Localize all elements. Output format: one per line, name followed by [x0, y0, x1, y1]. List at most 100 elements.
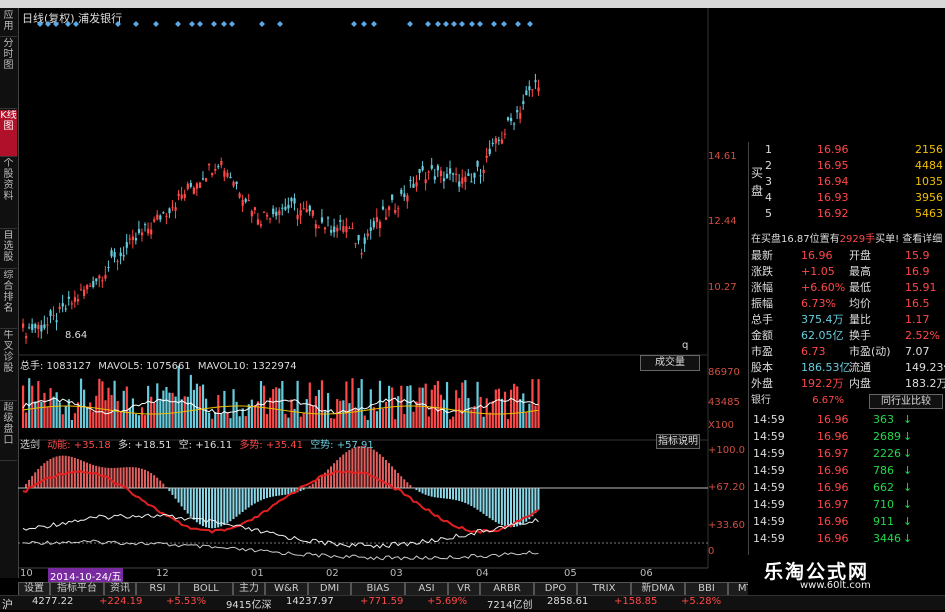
indicator-bar	[211, 488, 214, 529]
indicator-bar	[421, 488, 424, 494]
volume-bar	[342, 400, 345, 428]
volume-bar	[98, 378, 101, 428]
candle-body	[67, 296, 70, 299]
tab-10[interactable]: VR	[448, 582, 480, 596]
volume-bar	[52, 396, 55, 428]
ind-scale-4: 0	[708, 546, 715, 557]
indicator-bar	[217, 488, 220, 528]
signal-marker-icon	[443, 21, 449, 27]
volume-bar	[467, 398, 470, 428]
candle-body	[31, 324, 34, 331]
tab-11[interactable]: ARBR	[480, 582, 534, 596]
indicator-bar	[256, 488, 259, 502]
kline-chart[interactable]	[18, 8, 748, 582]
candle-body	[366, 233, 369, 237]
candle-body	[134, 237, 138, 241]
candle-body	[253, 207, 256, 211]
left-tab-intraday[interactable]: 分时图	[0, 38, 17, 109]
indicator-bar	[537, 488, 540, 510]
volume-bar	[37, 381, 40, 428]
signal-marker-icon	[37, 21, 43, 27]
indicator-bar	[424, 488, 427, 495]
tab-8[interactable]: BIAS	[351, 582, 405, 596]
tab-14[interactable]: 新DMA	[631, 582, 685, 596]
candle-body	[244, 198, 247, 202]
indicator-bar	[79, 460, 82, 489]
indicator-bar	[351, 448, 354, 489]
indicator-bar	[113, 467, 116, 489]
indicator-bar	[363, 446, 366, 489]
volume-bar	[201, 384, 205, 428]
tab-7[interactable]: DMI	[308, 582, 351, 596]
candle-body	[125, 242, 128, 248]
volume-bar	[238, 416, 241, 428]
bid-level: 3	[765, 175, 772, 188]
candle-body	[46, 324, 49, 326]
tab-13[interactable]: TRIX	[577, 582, 631, 596]
candle-body	[34, 324, 37, 329]
indicator-bar	[37, 468, 40, 489]
volume-bar	[445, 381, 449, 428]
volume-bar	[122, 390, 125, 428]
tab-5[interactable]: 主力	[233, 582, 265, 596]
signal-marker-icon	[197, 21, 203, 27]
candle-body	[186, 183, 189, 190]
volume-select-button[interactable]: 成交量	[640, 355, 700, 371]
indicator-bar	[180, 488, 183, 507]
ticker-value-4: 14237.97	[286, 596, 334, 607]
indicator-bar	[275, 488, 278, 497]
indicator-bar	[92, 464, 95, 489]
tab-6[interactable]: W&R	[265, 582, 308, 596]
tab-1[interactable]: 指标平台	[50, 582, 104, 596]
left-tab-app[interactable]: 应用	[0, 10, 17, 37]
left-tab-profile[interactable]: 个股资料	[0, 158, 17, 229]
quote-row: 涨幅 +6.60% 最低 15.91	[751, 281, 937, 294]
tab-2[interactable]: 资讯	[104, 582, 136, 596]
indicator-red-line	[22, 469, 539, 534]
volume-bar	[107, 387, 110, 428]
indicator-bar	[131, 467, 134, 489]
volume-bar	[513, 383, 516, 428]
ind-scale-1: +100.0	[708, 445, 746, 456]
bid-vol: 1035	[915, 175, 943, 188]
indicator-bar	[183, 488, 186, 511]
volume-bar	[73, 413, 77, 428]
bid-vol: 3956	[915, 191, 943, 204]
candle-body	[488, 148, 491, 154]
big-order-hint[interactable]: 在买盘16.87位置有2929手买单! 查看详细	[751, 234, 942, 246]
tab-0[interactable]: 设置	[18, 582, 50, 596]
vol-scale-2: 43485	[708, 397, 740, 408]
bid-row[interactable]: 2 16.95 4484	[765, 160, 945, 172]
indicator-bar	[159, 480, 162, 489]
volume-bar	[208, 412, 211, 428]
indicator-bar	[128, 467, 131, 489]
bid-row[interactable]: 3 16.94 1035	[765, 176, 945, 188]
candle-body	[226, 172, 229, 177]
volume-bar	[113, 380, 116, 428]
tab-12[interactable]: DPO	[534, 582, 577, 596]
indicator-bar	[510, 488, 512, 528]
bid-row[interactable]: 1 16.96 2156	[765, 144, 945, 156]
tab-15[interactable]: BBI	[685, 582, 728, 596]
indicator-bar	[86, 462, 89, 489]
left-tab-watchlist[interactable]: 自选股	[0, 230, 17, 269]
left-tab-diagnose[interactable]: 牛叉诊股	[0, 330, 17, 401]
left-tab-ranking[interactable]: 综合排名	[0, 270, 17, 329]
bid-row[interactable]: 5 16.92 5463	[765, 208, 945, 220]
industry-compare-button[interactable]: 同行业比较	[869, 394, 943, 409]
indicator-bar	[226, 488, 229, 524]
bid-row[interactable]: 4 16.93 3956	[765, 192, 945, 204]
indicator-bar	[375, 451, 378, 489]
indicator-bar	[534, 488, 537, 514]
indicator-bar	[430, 488, 433, 497]
tab-9[interactable]: ASI	[405, 582, 448, 596]
tab-4[interactable]: BOLL	[179, 582, 233, 596]
volume-bar	[519, 399, 522, 428]
indicator-bar	[467, 488, 470, 505]
left-tab-handicap[interactable]: 超级盘口	[0, 402, 17, 461]
tab-3[interactable]: RSI	[136, 582, 179, 596]
volume-bar	[232, 389, 235, 428]
indicator-help-button[interactable]: 指标说明	[656, 434, 700, 449]
left-tab-kline[interactable]: K线图	[0, 110, 17, 157]
volume-bar	[372, 407, 375, 428]
